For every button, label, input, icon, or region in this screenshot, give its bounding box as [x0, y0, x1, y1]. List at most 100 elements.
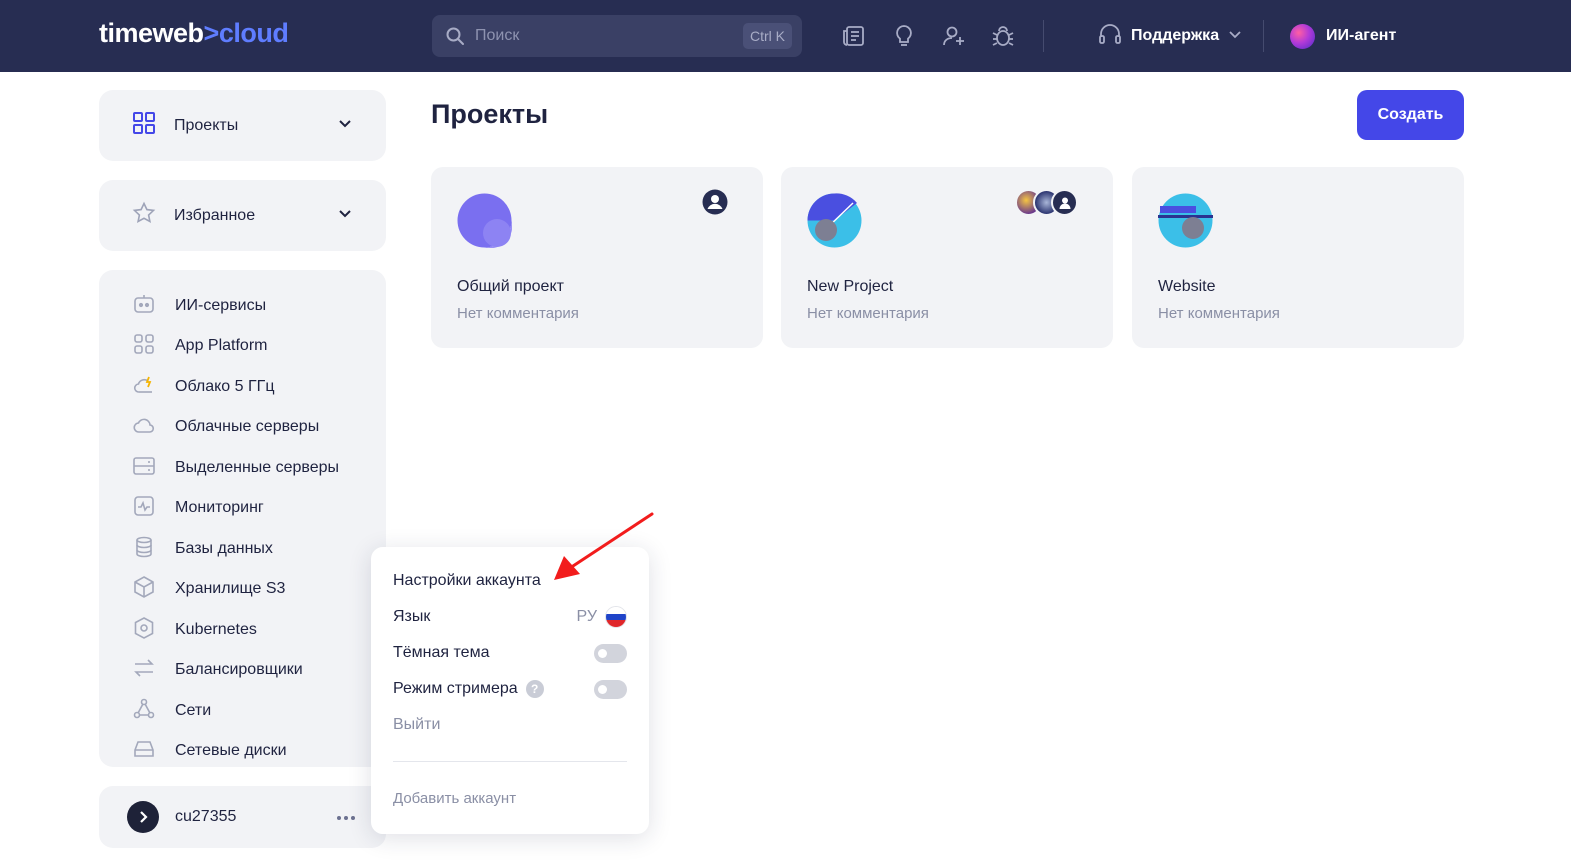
- user-avatar-icon: [1051, 189, 1078, 216]
- sidebar-item-label: Сети: [175, 702, 212, 719]
- search-bar[interactable]: Поиск Ctrl K: [432, 15, 802, 57]
- cloud-bolt-icon: [132, 373, 156, 402]
- project-name: Общий проект: [457, 278, 564, 295]
- sidebar-item-kubernetes[interactable]: Kubernetes: [132, 616, 257, 645]
- project-comment: Нет комментария: [807, 305, 929, 322]
- account-name: cu27355: [175, 808, 237, 825]
- more-dots-icon[interactable]: [336, 808, 356, 826]
- project-name: New Project: [807, 278, 894, 295]
- search-placeholder: Поиск: [475, 27, 520, 44]
- project-avatar-icon: [457, 193, 513, 249]
- help-icon[interactable]: ?: [525, 680, 544, 698]
- account-switcher[interactable]: cu27355: [99, 786, 386, 848]
- news-icon[interactable]: [841, 23, 867, 49]
- user-avatar-icon: [702, 189, 728, 216]
- streamer-mode-toggle[interactable]: [594, 679, 627, 699]
- logo-text: timeweb: [99, 18, 204, 48]
- chevron-down-icon: [336, 114, 354, 137]
- sidebar-item-label: Хранилище S3: [175, 580, 286, 597]
- chevron-right-icon[interactable]: [127, 801, 159, 833]
- sidebar-item-dedicated-servers[interactable]: Выделенные серверы: [132, 456, 339, 480]
- dark-theme-menu-item: Тёмная тема: [393, 642, 627, 664]
- account-menu-popup: Настройки аккаунта Язык РУ Тёмная тема Р…: [371, 547, 649, 834]
- logout-menu-item[interactable]: Выйти: [393, 714, 627, 736]
- project-card[interactable]: Website Нет комментария: [1132, 167, 1464, 348]
- sidebar-item-network-disks[interactable]: Сетевые диски: [132, 739, 287, 763]
- page-title: Проекты: [431, 99, 549, 129]
- ai-agent-label: ИИ-агент: [1326, 27, 1397, 44]
- project-comment: Нет комментария: [457, 305, 579, 322]
- robot-icon: [132, 292, 156, 321]
- logout-label: Выйти: [393, 716, 441, 733]
- top-bar: timeweb>cloud Поиск Ctrl K Поддержка ИИ-…: [0, 0, 1571, 72]
- sidebar-item-label: Мониторинг: [175, 499, 264, 516]
- russia-flag-icon: [605, 606, 627, 628]
- logo[interactable]: timeweb>cloud: [99, 18, 289, 49]
- chevron-down-icon: [336, 204, 354, 227]
- topbar-divider: [1043, 20, 1044, 52]
- sidebar-item-monitoring[interactable]: Мониторинг: [132, 494, 264, 523]
- grid-icon: [132, 332, 156, 361]
- ai-agent-orb-icon: [1290, 23, 1315, 49]
- favorites-dropdown-label: Избранное: [174, 206, 256, 224]
- project-members: [702, 189, 728, 216]
- sidebar-item-load-balancers[interactable]: Балансировщики: [132, 658, 303, 682]
- sidebar-item-label: Облако 5 ГГц: [175, 378, 275, 395]
- search-icon: [445, 26, 465, 51]
- streamer-mode-menu-item: Режим стримера ?: [393, 678, 627, 700]
- disk-icon: [132, 737, 156, 766]
- sidebar-item-label: Сетевые диски: [175, 742, 287, 759]
- account-settings-label: Настройки аккаунта: [393, 572, 541, 589]
- project-avatar-icon: [807, 193, 862, 248]
- cube-icon: [132, 575, 156, 604]
- sidebar-item-label: Балансировщики: [175, 661, 303, 678]
- dark-theme-label: Тёмная тема: [393, 644, 490, 661]
- support-menu[interactable]: Поддержка: [1097, 22, 1243, 50]
- headset-icon: [1097, 21, 1123, 52]
- search-shortcut-badge: Ctrl K: [743, 23, 792, 49]
- sidebar-item-cloud-servers[interactable]: Облачные серверы: [132, 415, 319, 439]
- language-menu-item[interactable]: Язык РУ: [393, 606, 627, 628]
- services-nav: ИИ-сервисы App Platform Облако 5 ГГц Обл…: [99, 270, 386, 767]
- sidebar-item-label: Выделенные серверы: [175, 459, 340, 476]
- streamer-mode-label: Режим стримера: [393, 680, 518, 697]
- project-name: Website: [1158, 278, 1216, 295]
- sidebar-item-ai-services[interactable]: ИИ-сервисы: [132, 294, 266, 318]
- project-card[interactable]: Общий проект Нет комментария: [431, 167, 763, 348]
- add-account-menu-item[interactable]: Добавить аккаунт: [393, 787, 627, 809]
- sidebar-item-label: ИИ-сервисы: [175, 297, 267, 314]
- language-label: Язык: [393, 608, 431, 625]
- monitoring-icon: [132, 494, 156, 523]
- logo-arrow: >: [203, 18, 220, 48]
- star-icon: [132, 201, 156, 230]
- sidebar-item-label: Kubernetes: [175, 621, 257, 638]
- menu-divider: [393, 761, 627, 762]
- sidebar-item-networks[interactable]: Сети: [132, 698, 212, 723]
- projects-dropdown[interactable]: Проекты: [99, 90, 386, 161]
- topbar-divider-2: [1263, 20, 1264, 52]
- lightbulb-icon[interactable]: [891, 23, 917, 49]
- arrows-icon: [132, 656, 156, 685]
- sidebar-item-cloud-5ghz[interactable]: Облако 5 ГГц: [132, 375, 274, 399]
- sidebar-item-s3-storage[interactable]: Хранилище S3: [132, 575, 286, 604]
- sidebar-item-app-platform[interactable]: App Platform: [132, 332, 267, 361]
- bug-icon[interactable]: [990, 23, 1016, 49]
- favorites-dropdown[interactable]: Избранное: [99, 180, 386, 251]
- kubernetes-icon: [132, 616, 156, 645]
- sidebar-item-label: Базы данных: [175, 540, 273, 557]
- ai-agent-button[interactable]: ИИ-агент: [1290, 22, 1396, 50]
- support-label: Поддержка: [1131, 27, 1220, 44]
- create-button[interactable]: Создать: [1357, 90, 1464, 140]
- server-icon: [132, 454, 156, 483]
- annotation-arrow-icon: [554, 512, 654, 580]
- sidebar-item-databases[interactable]: Базы данных: [132, 536, 273, 561]
- add-account-label: Добавить аккаунт: [393, 789, 517, 807]
- sidebar-item-label: Облачные серверы: [175, 418, 320, 435]
- project-card[interactable]: New Project Нет комментария: [781, 167, 1113, 348]
- projects-grid-icon: [132, 111, 156, 140]
- add-user-icon[interactable]: [941, 23, 967, 49]
- dark-theme-toggle[interactable]: [594, 643, 627, 663]
- chevron-down-icon: [1227, 26, 1243, 47]
- logo-accent-text: cloud: [218, 18, 289, 48]
- cloud-icon: [132, 413, 156, 442]
